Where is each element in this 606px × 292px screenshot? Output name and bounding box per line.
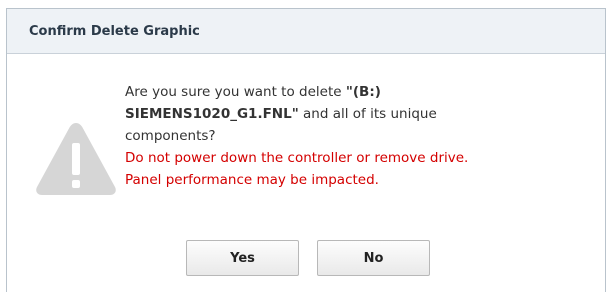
message-filename-cont: SIEMENS1020_G1.FNL" [125,106,299,122]
message-question: Are you sure you want to delete "(B:) SI… [125,84,437,144]
warning-triangle-icon [36,123,116,195]
dialog-message: Are you sure you want to delete "(B:) SI… [125,81,565,191]
warning-power-down: Do not power down the controller or remo… [125,150,469,166]
confirm-delete-dialog: Confirm Delete Graphic Are you sure you … [6,8,606,292]
dialog-title-bar: Confirm Delete Graphic [7,9,605,54]
yes-button[interactable]: Yes [186,240,299,276]
message-filename: "(B:) [345,84,381,100]
dialog-title: Confirm Delete Graphic [29,23,200,39]
warning-performance: Panel performance may be impacted. [125,172,379,188]
no-button[interactable]: No [317,240,430,276]
